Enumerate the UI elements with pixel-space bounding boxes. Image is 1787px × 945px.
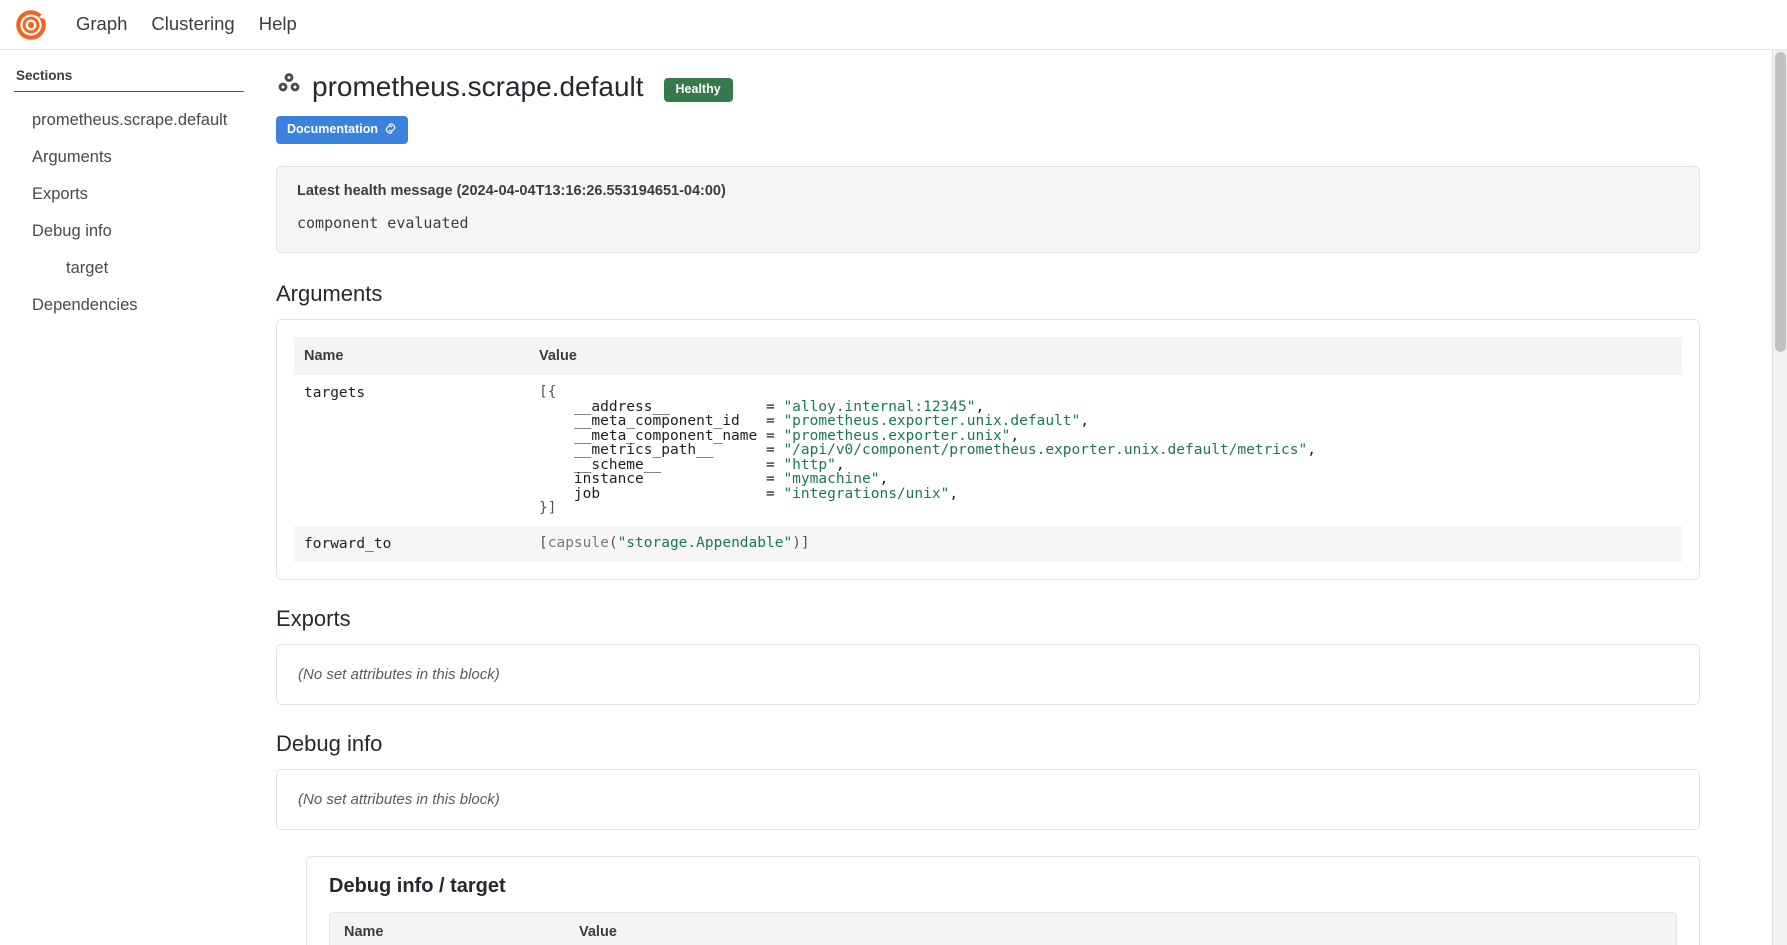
argument-value-forward-to: [capsule("storage.Appendable")] [529,526,1682,562]
table-header-row: Name Value [330,913,1676,945]
debug-target-panel: Debug info / target Name Value [306,856,1700,945]
scrollbar-thumb[interactable] [1775,52,1786,352]
arguments-panel: Name Value targets [{ __address__ = "all… [276,319,1700,580]
page-title: prometheus.scrape.default [276,70,644,104]
nav-link-clustering[interactable]: Clustering [139,8,246,40]
column-header-value: Value [529,337,1682,375]
cubes-icon [276,70,302,104]
page-title-row: prometheus.scrape.default Healthy [276,70,1690,104]
forward-to-code-block: [capsule("storage.Appendable")] [539,536,1672,551]
health-message-label: Latest health message (2024-04-04T13:16:… [297,183,1679,199]
page-layout: Sections prometheus.scrape.default Argum… [0,50,1787,945]
page-title-text: prometheus.scrape.default [312,70,644,104]
sidebar-item-dependencies[interactable]: Dependencies [14,287,244,324]
debug-target-heading: Debug info / target [329,875,1677,898]
status-badge: Healthy [664,78,733,102]
external-link-icon [384,122,397,139]
debug-info-empty-text: (No set attributes in this block) [294,787,1682,812]
column-header-name: Name [294,337,529,375]
arguments-table: Name Value targets [{ __address__ = "all… [294,337,1682,562]
main-content-scroll-area[interactable]: prometheus.scrape.default Healthy Docume… [266,50,1787,945]
sidebar-item-arguments[interactable]: Arguments [14,139,244,176]
arguments-heading: Arguments [276,281,1690,307]
health-message-card: Latest health message (2024-04-04T13:16:… [276,166,1700,253]
argument-name-targets: targets [294,375,529,526]
nav-link-help[interactable]: Help [247,8,309,40]
debug-target-card: Name Value job "prometheus.scrape.defaul… [329,912,1677,945]
argument-name-forward-to: forward_to [294,526,529,562]
top-navbar: Graph Clustering Help [0,0,1787,50]
sidebar-item-exports[interactable]: Exports [14,176,244,213]
exports-panel: (No set attributes in this block) [276,644,1700,705]
exports-empty-text: (No set attributes in this block) [294,662,1682,687]
column-header-value: Value [569,913,1676,945]
debug-info-section: Debug info (No set attributes in this bl… [276,731,1690,830]
targets-code-block: [{ __address__ = "alloy.internal:12345",… [539,385,1672,516]
vertical-scrollbar[interactable] [1772,50,1787,945]
debug-info-heading: Debug info [276,731,1690,757]
documentation-button[interactable]: Documentation [276,116,408,145]
table-header-row: Name Value [294,337,1682,375]
table-row: forward_to [capsule("storage.Appendable"… [294,526,1682,562]
argument-value-targets: [{ __address__ = "alloy.internal:12345",… [529,375,1682,526]
main-content: prometheus.scrape.default Healthy Docume… [266,50,1787,945]
alloy-spiral-logo-icon[interactable] [14,8,48,42]
health-message-text: component evaluated [297,214,1679,232]
exports-section: Exports (No set attributes in this block… [276,606,1690,705]
column-header-name: Name [330,913,569,945]
exports-heading: Exports [276,606,1690,632]
debug-target-table: Name Value job "prometheus.scrape.defaul… [330,913,1676,945]
nav-link-graph[interactable]: Graph [64,8,139,40]
sidebar-item-debug-info[interactable]: Debug info [14,213,244,250]
sidebar-item-prometheus-scrape-default[interactable]: prometheus.scrape.default [14,102,244,139]
sidebar-title: Sections [14,68,244,92]
documentation-button-label: Documentation [287,123,378,137]
sidebar-item-target[interactable]: target [14,250,244,287]
sidebar: Sections prometheus.scrape.default Argum… [0,50,266,945]
debug-info-panel: (No set attributes in this block) [276,769,1700,830]
sidebar-list: prometheus.scrape.default Arguments Expo… [14,102,244,324]
arguments-section: Arguments Name Value targe [276,281,1690,580]
table-row: targets [{ __address__ = "alloy.internal… [294,375,1682,526]
